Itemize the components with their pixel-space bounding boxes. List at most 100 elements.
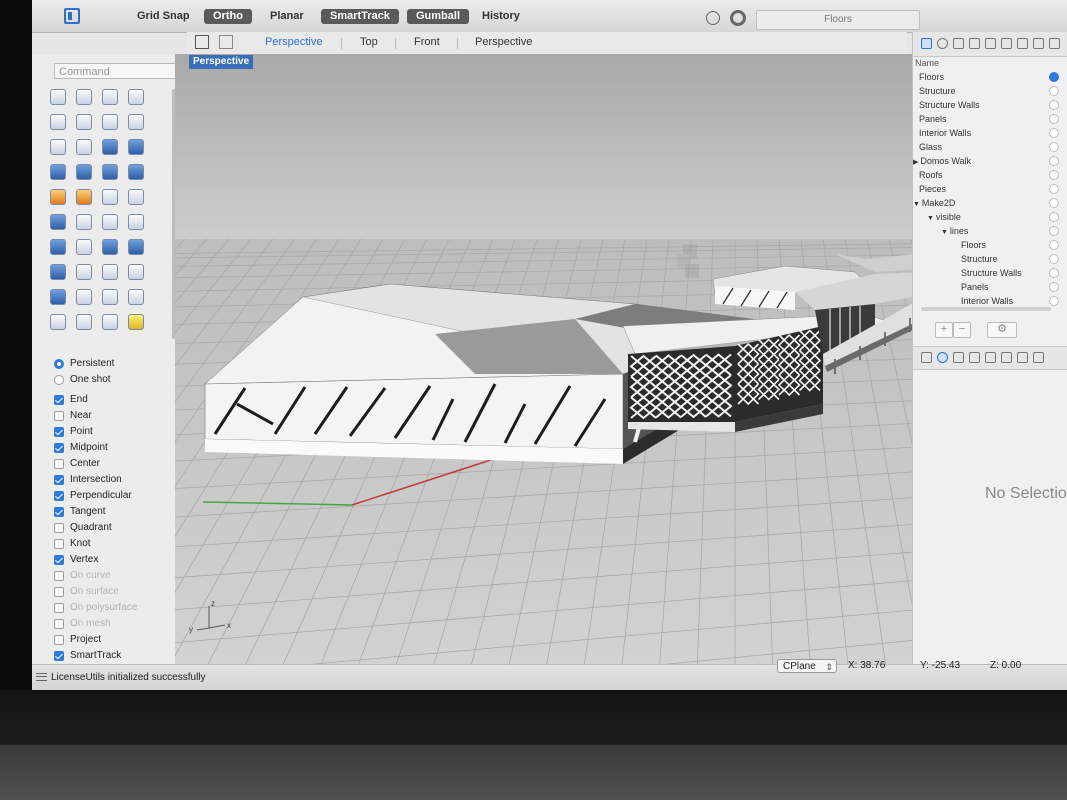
viewport-scene[interactable]: z x y — [175, 54, 929, 664]
history-record-icon[interactable] — [706, 11, 720, 25]
box-tool-icon[interactable] — [50, 164, 66, 180]
current-layer-indicator[interactable] — [1049, 128, 1059, 138]
osnap-checkbox[interactable] — [54, 395, 64, 405]
osnap-item[interactable]: Point — [54, 424, 174, 440]
layer-row[interactable]: Structure — [913, 252, 1067, 266]
current-layer-indicator[interactable] — [1049, 72, 1059, 82]
layer-row[interactable]: Pieces — [913, 182, 1067, 196]
osnap-item[interactable]: On mesh — [54, 616, 174, 632]
environment-tab-icon[interactable] — [1001, 352, 1012, 363]
osnap-checkbox[interactable] — [54, 507, 64, 517]
document-tab-icon[interactable] — [953, 352, 964, 363]
osnap-item[interactable]: Project — [54, 632, 174, 648]
remove-layer-button[interactable]: − — [953, 322, 971, 338]
array-tool-icon[interactable] — [102, 239, 118, 255]
current-layer-indicator[interactable] — [1049, 156, 1059, 166]
grid-snap-toggle[interactable]: Grid Snap — [128, 9, 199, 24]
osnap-item[interactable]: Intersection — [54, 472, 174, 488]
layers-scrollbar[interactable] — [921, 307, 1051, 311]
osnap-item[interactable]: Knot — [54, 536, 174, 552]
fillet-tool-icon[interactable] — [76, 139, 92, 155]
display-tab-icon[interactable] — [937, 352, 948, 363]
extrude-tool-icon[interactable] — [102, 164, 118, 180]
osnap-checkbox[interactable] — [54, 539, 64, 549]
filter-icon[interactable] — [730, 10, 746, 26]
osnap-item[interactable]: Center — [54, 456, 174, 472]
loft-tool-icon[interactable] — [128, 139, 144, 155]
layer-row[interactable]: Panels — [913, 280, 1067, 294]
osnap-checkbox[interactable] — [54, 491, 64, 501]
osnap-item[interactable]: SmartTrack — [54, 648, 174, 664]
blend-tool-icon[interactable] — [128, 214, 144, 230]
cplane-dropdown[interactable]: CPlane — [777, 659, 837, 674]
document-tab-icon[interactable] — [953, 38, 964, 49]
ruler-tool-icon[interactable] — [128, 264, 144, 280]
layer-row[interactable]: Interior Walls — [913, 126, 1067, 140]
current-layer-indicator[interactable] — [1049, 296, 1059, 306]
select-tool-icon[interactable] — [50, 89, 66, 105]
radio-button[interactable] — [54, 359, 64, 369]
add-layer-button[interactable]: + — [935, 322, 953, 338]
rectangle-tool-icon[interactable] — [128, 114, 144, 130]
current-layer-indicator[interactable] — [1049, 198, 1059, 208]
osnap-mode-one-shot[interactable]: One shot — [54, 372, 174, 388]
tab-perspective-2[interactable]: Perspective — [475, 36, 532, 48]
current-layer-dropdown[interactable]: Floors — [756, 10, 920, 30]
polyline-tool-icon[interactable] — [102, 89, 118, 105]
osnap-checkbox[interactable] — [54, 571, 64, 581]
layer-row[interactable]: Floors — [913, 70, 1067, 84]
osnap-checkbox[interactable] — [54, 603, 64, 613]
mesh-tool-icon[interactable] — [50, 189, 66, 205]
polygon-tool-icon[interactable] — [102, 114, 118, 130]
object-tab-icon[interactable] — [969, 38, 980, 49]
move-tool-icon[interactable] — [50, 264, 66, 280]
osnap-checkbox[interactable] — [54, 619, 64, 629]
tab-top[interactable]: Top — [360, 36, 378, 48]
camera-tab-icon[interactable] — [985, 352, 996, 363]
current-layer-indicator[interactable] — [1049, 142, 1059, 152]
tab-front[interactable]: Front — [414, 36, 440, 48]
osnap-item[interactable]: On curve — [54, 568, 174, 584]
tab-perspective[interactable]: Perspective — [265, 36, 322, 48]
layer-row[interactable]: Interior Walls — [913, 294, 1067, 308]
ellipse-tool-icon[interactable] — [76, 114, 92, 130]
surface-tool-icon[interactable] — [102, 139, 118, 155]
layer-row[interactable]: Glass — [913, 140, 1067, 154]
boolean-tool-icon[interactable] — [128, 164, 144, 180]
grid-array-tool-icon[interactable] — [102, 264, 118, 280]
current-layer-indicator[interactable] — [1049, 100, 1059, 110]
check-tool-icon[interactable] — [76, 289, 92, 305]
ortho-toggle[interactable]: Ortho — [204, 9, 252, 24]
current-layer-indicator[interactable] — [1049, 212, 1059, 222]
osnap-checkbox[interactable] — [54, 587, 64, 597]
osnap-checkbox[interactable] — [54, 459, 64, 469]
osnap-checkbox[interactable] — [54, 635, 64, 645]
arc-tool-icon[interactable] — [50, 139, 66, 155]
radio-button[interactable] — [54, 375, 64, 385]
camera-tab-icon[interactable] — [985, 38, 996, 49]
osnap-item[interactable]: Quadrant — [54, 520, 174, 536]
current-layer-indicator[interactable] — [1049, 86, 1059, 96]
display-tab-icon[interactable] — [937, 38, 948, 49]
command-input[interactable]: Command — [54, 63, 176, 79]
split-tool-icon[interactable] — [128, 189, 144, 205]
osnap-checkbox[interactable] — [54, 443, 64, 453]
viewport-title[interactable]: Perspective — [189, 55, 254, 69]
snapshots-tab-icon[interactable] — [1049, 38, 1060, 49]
planar-toggle[interactable]: Planar — [261, 9, 313, 24]
transform-tool-icon[interactable] — [50, 289, 66, 305]
current-layer-indicator[interactable] — [1049, 184, 1059, 194]
analyze-tool-icon[interactable] — [102, 289, 118, 305]
smarttrack-toggle[interactable]: SmartTrack — [321, 9, 399, 24]
expand-arrow-icon[interactable]: ▼ — [913, 201, 922, 208]
perspective-viewport[interactable]: z x y — [175, 54, 929, 664]
current-layer-indicator[interactable] — [1049, 170, 1059, 180]
layer-row[interactable]: ▼ visible — [913, 210, 1067, 224]
osnap-mode-persistent[interactable]: Persistent — [54, 356, 174, 372]
osnap-checkbox[interactable] — [54, 411, 64, 421]
osnap-checkbox[interactable] — [54, 555, 64, 565]
layer-options-gear-icon[interactable]: ⚙ — [987, 322, 1017, 338]
osnap-checkbox[interactable] — [54, 475, 64, 485]
layer-row[interactable]: ▼ lines — [913, 224, 1067, 238]
layer-row[interactable]: Floors — [913, 238, 1067, 252]
